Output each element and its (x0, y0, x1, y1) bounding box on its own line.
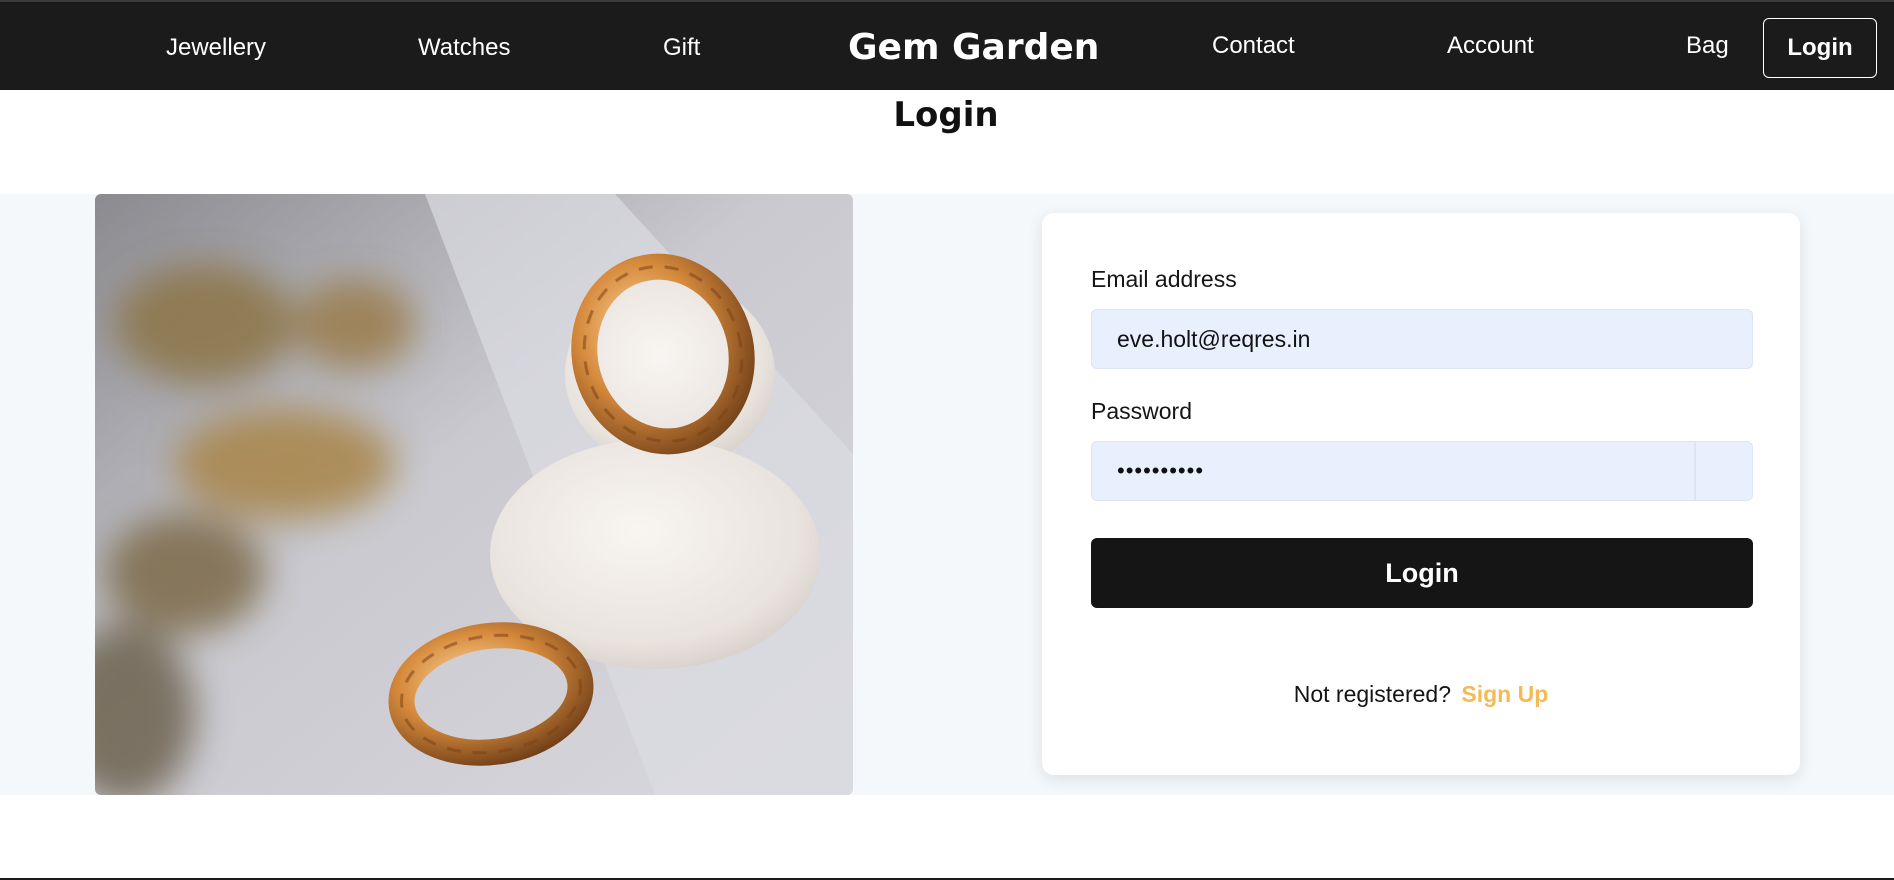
nav-link-gift[interactable]: Gift (663, 34, 700, 62)
page-title: Login (0, 95, 1894, 135)
nav-login-button[interactable]: Login (1763, 18, 1877, 78)
nav-link-bag[interactable]: Bag (1686, 32, 1729, 60)
hero-image (95, 194, 853, 795)
nav-link-jewellery[interactable]: Jewellery (166, 34, 266, 62)
login-submit-button[interactable]: Login (1091, 538, 1753, 608)
nav-link-contact[interactable]: Contact (1212, 32, 1295, 60)
sign-up-link[interactable]: Sign Up (1461, 681, 1548, 707)
brand-logo[interactable]: Gem Garden (848, 27, 1099, 69)
password-value: •••••••••• (1117, 458, 1205, 483)
password-visibility-toggle[interactable] (1695, 441, 1753, 501)
email-value: eve.holt@reqres.in (1117, 325, 1311, 352)
register-prompt: Not registered? Sign Up (1042, 680, 1800, 708)
register-text: Not registered? (1293, 681, 1451, 707)
email-label: Email address (1091, 266, 1237, 292)
page-title-text: Login (893, 95, 999, 135)
earrings-photo (95, 194, 853, 795)
nav-link-account[interactable]: Account (1447, 32, 1534, 60)
email-field[interactable]: eve.holt@reqres.in (1091, 309, 1753, 369)
top-navbar: Jewellery Watches Gift Gem Garden Contac… (0, 2, 1894, 90)
login-card: Email address eve.holt@reqres.in Passwor… (1042, 213, 1800, 775)
password-field[interactable]: •••••••••• (1091, 441, 1695, 501)
password-label: Password (1091, 398, 1192, 424)
nav-link-watches[interactable]: Watches (418, 34, 510, 62)
